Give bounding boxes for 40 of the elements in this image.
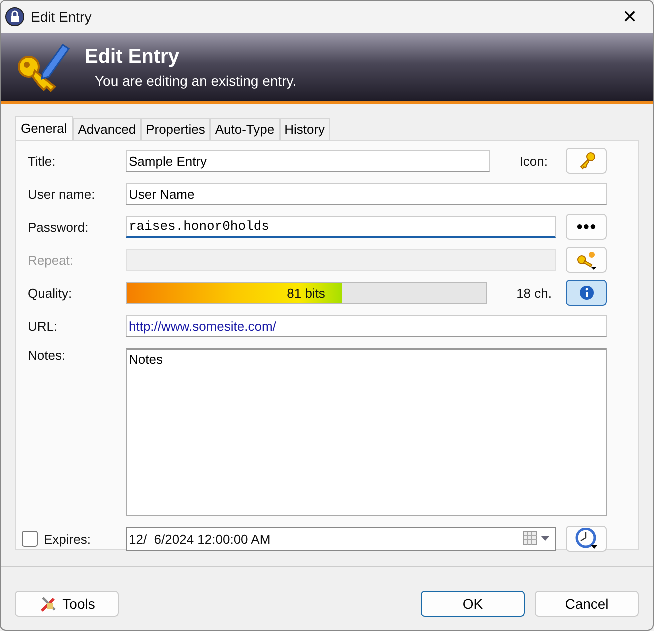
ok-button[interactable]: OK xyxy=(421,591,525,617)
checkbox-label: Expires: xyxy=(44,532,91,546)
field-label: Quality: xyxy=(28,286,74,300)
url-field[interactable]: http://www.somesite.com/ xyxy=(126,315,607,337)
notes-field[interactable]: Notes xyxy=(126,348,607,516)
padlock-icon xyxy=(5,7,25,27)
key-gear-icon xyxy=(574,250,598,270)
field-label: User name: xyxy=(28,186,96,202)
hide-password-button[interactable]: ●●● xyxy=(566,214,607,240)
tab[interactable]: History xyxy=(280,118,330,140)
field-label: URL: xyxy=(28,318,59,334)
window-title: Edit Entry xyxy=(31,9,93,25)
title-field[interactable]: Sample Entry xyxy=(126,150,490,172)
password-field[interactable]: raises.honor0holds xyxy=(126,216,556,238)
info-button[interactable] xyxy=(566,280,607,306)
username-field[interactable]: User Name xyxy=(126,183,607,205)
expiry-date-field[interactable]: 12/ 6/2024 12:00:00 AM xyxy=(126,527,556,551)
field-label: Password: xyxy=(28,220,90,234)
length-reading: 18 ch. xyxy=(516,286,552,300)
icon-button[interactable] xyxy=(566,148,607,174)
banner-title: Edit Entry xyxy=(85,46,180,68)
quality-reading: 81 bits xyxy=(287,286,326,300)
tools-button[interactable]: Tools xyxy=(15,591,119,617)
expires-checkbox[interactable] xyxy=(22,531,38,547)
field-label: Icon: xyxy=(520,154,548,168)
calendar-dropdown-icon xyxy=(523,531,553,547)
banner-subtitle: You are editing an existing entry. xyxy=(95,72,297,88)
cancel-button[interactable]: Cancel xyxy=(535,591,639,617)
tab[interactable]: Properties xyxy=(141,118,210,140)
tab[interactable]: Advanced xyxy=(73,118,142,140)
field-label: Notes: xyxy=(28,348,67,363)
generate-password-button[interactable] xyxy=(566,247,607,273)
field-label: Repeat: xyxy=(28,252,75,268)
clock-icon xyxy=(574,528,598,550)
field-label: Title: xyxy=(28,154,57,168)
expiry-presets-button[interactable] xyxy=(566,526,607,552)
close-button[interactable]: ✕ xyxy=(607,1,653,33)
tab[interactable]: Auto-Type xyxy=(210,118,280,140)
info-icon xyxy=(578,285,594,301)
tab[interactable]: General xyxy=(15,116,74,140)
